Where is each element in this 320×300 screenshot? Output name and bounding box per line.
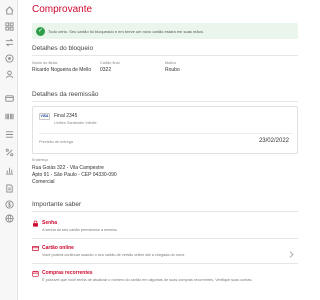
lock-icon (32, 220, 39, 227)
list-icon[interactable] (5, 130, 14, 139)
address-line: Rua Goiás 322 - Vila Campestre (32, 165, 104, 171)
card-icon (32, 245, 39, 252)
card-end-label: Cartão final (100, 61, 120, 65)
reason-label: Motivo (165, 61, 177, 65)
page-title: Comprovante (32, 4, 93, 15)
address-line: Comercial (32, 179, 55, 185)
target-icon[interactable] (5, 54, 14, 63)
divider (39, 133, 293, 134)
visa-card-icon: VISA (39, 113, 50, 120)
block-details-title: Detalhes do bloqueio (32, 45, 94, 52)
reissue-card-box: VISA Final 2345 Unibes Santander Infinit… (32, 106, 298, 154)
holder-label: Nome do titular (32, 61, 58, 65)
banner-message: Tudo certo. Seu cartão foi bloqueado e e… (48, 28, 204, 34)
barcode-icon[interactable] (5, 112, 14, 121)
divider (32, 211, 298, 212)
success-banner: ✓ Tudo certo. Seu cartão foi bloqueado e… (32, 23, 298, 39)
info-title: Cartão online (42, 245, 74, 251)
address-label: Endereço (32, 158, 49, 162)
percent-icon[interactable] (5, 148, 14, 157)
sidebar (0, 0, 18, 300)
reason-value: Roubo (165, 67, 180, 73)
holder-value: Ricardo Nogueira de Mello (32, 67, 92, 73)
reissue-details-title: Detalhes da reemissão (32, 91, 99, 98)
card-icon[interactable] (5, 94, 14, 103)
transfer-icon[interactable] (5, 38, 14, 47)
info-title: Senha (42, 220, 58, 226)
home-icon[interactable] (5, 6, 14, 15)
user-icon[interactable] (5, 70, 14, 79)
info-desc: A senha do seu cartão permanece a mesma. (42, 228, 118, 232)
chart-icon[interactable] (5, 166, 14, 175)
divider (32, 55, 298, 56)
delivery-date: 23/02/2022 (258, 138, 289, 144)
delivery-label: Previsão de entrega (39, 140, 73, 144)
divider (32, 101, 298, 102)
info-desc: É possível que você tenha de atualizar o… (42, 278, 253, 282)
check-icon: ✓ (36, 26, 45, 36)
grid-icon[interactable] (5, 22, 14, 31)
divider (32, 238, 298, 239)
info-desc: Você poderá continuar usando o seu cartã… (42, 253, 186, 257)
card-number: Final 2345 (54, 113, 78, 119)
info-item-password: Senha A senha do seu cartão permanece a … (32, 220, 298, 238)
dollar-icon[interactable] (5, 200, 14, 209)
important-title: Importante saber (32, 201, 82, 208)
main-content: Comprovante ✓ Tudo certo. Seu cartão foi… (20, 0, 298, 300)
info-item-online-card[interactable]: Cartão online Você poderá continuar usan… (32, 245, 298, 263)
card-end-value: 0322 (100, 67, 112, 73)
chevron-right-icon[interactable] (289, 251, 294, 258)
card-holder: Unibes Santander Infinite (54, 121, 97, 125)
info-item-recurring: Compras recorrentes É possível que você … (32, 270, 298, 296)
address-line: Apto 91 - São Paulo - CEP 04330-090 (32, 172, 117, 178)
calendar-icon (32, 270, 39, 277)
divider (32, 263, 298, 264)
globe-icon[interactable] (5, 214, 14, 223)
info-title: Compras recorrentes (42, 270, 93, 276)
doc-icon[interactable] (5, 184, 14, 193)
